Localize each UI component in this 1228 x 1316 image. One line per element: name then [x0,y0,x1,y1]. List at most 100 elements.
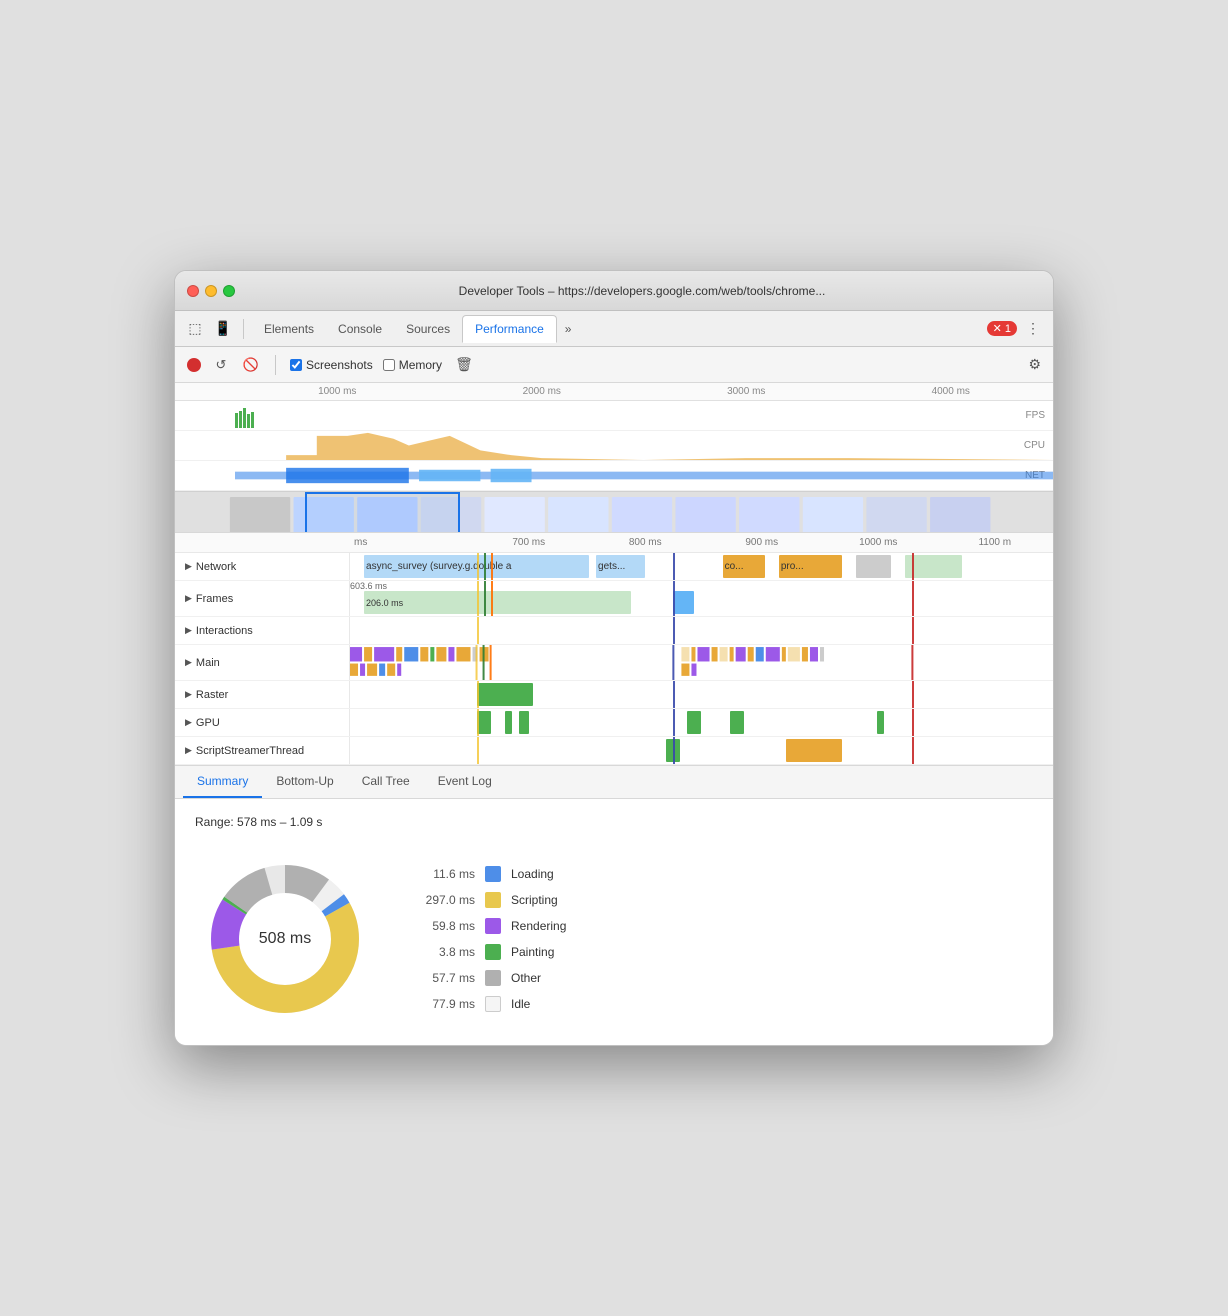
devtools-menu-icon[interactable]: ⋮ [1021,317,1045,341]
more-tabs-button[interactable]: » [557,318,580,340]
gpu-block-5[interactable] [877,711,884,734]
network-block-2[interactable]: co... [723,555,765,578]
gpu-block-0[interactable] [477,711,491,734]
frames-block-0[interactable]: 206.0 ms [364,591,631,614]
arrow-icon-interactions: ▶ [185,625,192,636]
error-count: 1 [1005,323,1011,335]
detail-mark-1000: 1000 ms [820,537,937,548]
detail-panel: ms 700 ms 800 ms 900 ms 1000 ms 1100 m ▶… [175,533,1053,766]
other-color [485,970,501,986]
vline-yellow [477,553,479,580]
tab-console[interactable]: Console [326,315,394,343]
arrow-icon-script-streamer: ▶ [185,745,192,756]
timeline-selection[interactable] [305,492,460,533]
idle-color [485,996,501,1012]
memory-checkbox[interactable] [383,359,395,371]
gpu-block-3[interactable] [687,711,701,734]
close-button[interactable] [187,285,199,297]
tab-event-log[interactable]: Event Log [424,766,506,798]
detail-mark-700: 700 ms [471,537,588,548]
window-title: Developer Tools – https://developers.goo… [243,284,1041,298]
legend-idle: 77.9 ms Idle [415,996,566,1012]
raster-block-0[interactable] [477,683,533,706]
scripting-name: Scripting [511,893,558,907]
painting-name: Painting [511,945,554,959]
legend-loading: 11.6 ms Loading [415,866,566,882]
tab-elements[interactable]: Elements [252,315,326,343]
track-label-gpu[interactable]: ▶ GPU [175,709,350,736]
network-track-content: async_survey (survey.g.double a gets... … [350,553,1053,580]
network-block-3[interactable]: pro... [779,555,842,578]
maximize-button[interactable] [223,285,235,297]
network-label: Network [196,561,236,573]
track-label-script-streamer[interactable]: ▶ ScriptStreamerThread [175,737,350,764]
script-block-1[interactable] [786,739,842,762]
tab-summary[interactable]: Summary [183,766,262,798]
interactions-label: Interactions [196,625,253,637]
separator-1 [243,319,244,339]
titlebar: Developer Tools – https://developers.goo… [175,271,1053,311]
clear-button[interactable]: 🚫 [241,355,261,375]
idle-name: Idle [511,997,530,1011]
donut-chart: 508 ms [195,849,375,1029]
reload-button[interactable]: ↺ [211,355,231,375]
gpu-block-1[interactable] [505,711,512,734]
network-block-1[interactable]: gets... [596,555,645,578]
raster-track-content [350,681,1053,708]
track-raster: ▶ Raster [175,681,1053,709]
record-bar: ↺ 🚫 Screenshots Memory 🗑 ⚙ [175,347,1053,383]
painting-value: 3.8 ms [415,945,475,959]
minimize-button[interactable] [205,285,217,297]
tab-bottom-up[interactable]: Bottom-Up [262,766,347,798]
raster-label: Raster [196,689,228,701]
gpu-block-4[interactable] [730,711,744,734]
arrow-icon-gpu: ▶ [185,717,192,728]
track-label-raster[interactable]: ▶ Raster [175,681,350,708]
error-icon: ✕ [993,323,1002,335]
tab-performance[interactable]: Performance [462,315,557,343]
bottom-panel: Summary Bottom-Up Call Tree Event Log Ra… [175,766,1053,1045]
select-tool-icon[interactable]: ⬚ [183,317,207,341]
screenshots-checkbox-label[interactable]: Screenshots [290,358,373,372]
main-label: Main [196,657,220,669]
record-button[interactable] [187,358,201,372]
scripting-color [485,892,501,908]
main-track-content [350,645,1053,680]
separator-2 [275,355,276,375]
frames-top-label: 603.6 ms [350,581,387,591]
gpu-vline-yellow [477,709,479,736]
tab-call-tree[interactable]: Call Tree [348,766,424,798]
bottom-tabs: Summary Bottom-Up Call Tree Event Log [175,766,1053,799]
arrow-icon-network: ▶ [185,561,192,572]
rendering-name: Rendering [511,919,566,933]
legend-rendering: 59.8 ms Rendering [415,918,566,934]
loading-color [485,866,501,882]
device-toolbar-icon[interactable]: 📱 [211,317,235,341]
script-vline-blue [673,737,675,764]
memory-label: Memory [399,358,442,372]
frames-block-1[interactable] [673,591,694,614]
tab-sources[interactable]: Sources [394,315,462,343]
track-label-frames[interactable]: ▶ Frames [175,581,350,616]
gpu-vline-red [912,709,914,736]
net-row: NET [175,461,1053,491]
painting-color [485,944,501,960]
screenshots-checkbox[interactable] [290,359,302,371]
vline-red [912,553,914,580]
interact-vline-yellow [477,617,479,644]
fps-bar [235,413,238,428]
time-mark-2000: 2000 ms [440,386,645,397]
track-label-network[interactable]: ▶ Network [175,553,350,580]
track-label-interactions[interactable]: ▶ Interactions [175,617,350,644]
rendering-value: 59.8 ms [415,919,475,933]
memory-checkbox-label[interactable]: Memory [383,358,442,372]
cpu-row: CPU [175,431,1053,461]
delete-icon[interactable]: 🗑 [452,353,476,377]
network-block-4[interactable] [856,555,891,578]
screenshot-strip [175,491,1053,533]
settings-icon[interactable]: ⚙ [1028,356,1041,373]
gpu-block-2[interactable] [519,711,530,734]
script-vline-yellow [477,737,479,764]
vline-green [484,553,486,580]
track-label-main[interactable]: ▶ Main [175,645,350,680]
